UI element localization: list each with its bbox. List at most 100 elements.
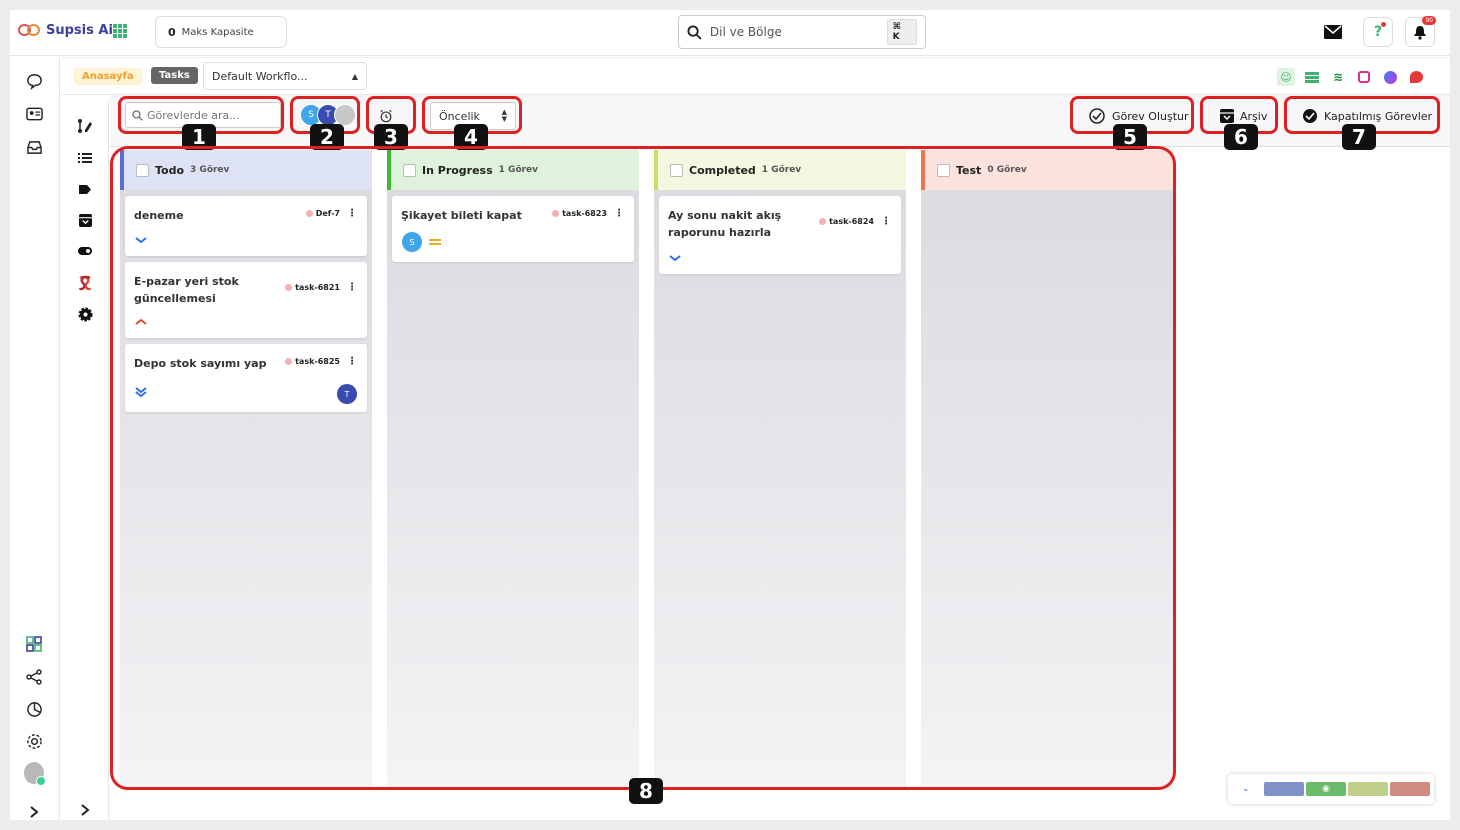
messenger-icon[interactable] [1381,68,1399,86]
color-swatch-red[interactable] [1390,782,1430,796]
tasks-sidebar [61,100,109,820]
help-icon[interactable]: ? [1363,17,1393,47]
online-status-avatar [24,762,46,786]
apps-grid-icon[interactable] [113,24,127,38]
bot-icon[interactable]: ☺ [1277,68,1295,86]
assignee-avatar[interactable]: T [337,384,357,404]
task-card[interactable]: Depo stok sayımı yap task-6825 ⋮ T [125,344,367,412]
column-count: 1 Görev [498,165,539,175]
kanban-edit-icon[interactable] [75,116,95,136]
kanban-board: Todo 3 Görev deneme Def-7 ⋮ E-pazar yeri … [110,148,1450,820]
check-clock-icon [1089,108,1105,124]
task-title: deneme [134,209,184,222]
breadcrumb-tasks[interactable]: Tasks [151,67,198,84]
column-header: Todo 3 Görev [120,150,372,190]
task-card[interactable]: E-pazar yeri stok güncellemesi task-6821… [125,262,367,338]
user-avatar[interactable] [24,762,46,786]
task-card[interactable]: Ay sonu nakit akış raporunu hazırla task… [659,196,901,274]
priority-low-icon [669,255,681,262]
chevron-right-icon[interactable] [24,802,44,820]
priority-low-icon [135,237,147,244]
priority-medium-icon [429,239,441,245]
capacity-box[interactable]: 0 Maks Kapasite [155,16,287,48]
archive-box-icon[interactable] [75,210,95,230]
more-options-icon[interactable]: ⋮ [347,282,357,293]
mail-icon[interactable] [1318,17,1348,47]
column-title: In Progress [422,163,493,177]
gear-icon[interactable] [75,304,95,324]
primary-sidebar [10,57,60,820]
instagram-icon[interactable] [1355,68,1373,86]
settings-gear-icon[interactable] [24,731,44,751]
capacity-value: 0 [168,25,176,39]
annotation-number-6: 6 [1224,124,1258,150]
column-count: 0 Görev [987,165,1027,175]
closed-tasks-icon [1303,109,1317,123]
report-chart-icon[interactable] [24,699,44,719]
global-search[interactable]: ⌘ K [678,15,926,49]
share-icon[interactable] [24,667,44,687]
chat-icon[interactable] [24,71,44,91]
column-title: Todo [155,163,185,177]
collapse-chevron-icon[interactable]: ⌄ [1242,784,1262,794]
annotation-number-5: 5 [1113,124,1147,150]
contact-card-icon[interactable] [24,104,44,124]
task-title: Ay sonu nakit akış raporunu hazırla [668,209,782,239]
fingerprint-icon [285,358,293,365]
dashboard-grid-icon[interactable] [24,634,44,654]
column-count: 1 Görev [761,165,802,175]
task-card[interactable]: deneme Def-7 ⋮ [125,196,367,256]
workflow-select[interactable]: Default Workflo... ▲ [203,62,367,90]
chat-bubble-red-icon[interactable] [1407,68,1425,86]
logo-icon [18,22,42,38]
column-title: Completed [689,163,756,177]
list-green-icon[interactable] [1303,68,1321,86]
notification-bell-icon[interactable]: 90 [1405,16,1436,47]
app-window: Supsis Ai 0 Maks Kapasite ⌘ K ? 90 [10,10,1450,820]
color-swatch-green[interactable]: ◉ [1306,782,1346,796]
more-options-icon[interactable]: ⋮ [347,208,357,219]
column-checkbox[interactable] [670,163,683,177]
column-in-progress: In Progress 1 Görev Şikayet bileti kapat… [387,150,639,790]
task-search-input[interactable] [147,108,267,122]
assignee-filter[interactable]: S T [300,104,356,126]
sort-arrows-icon: ▲ ▼ [501,108,507,123]
inbox-icon[interactable] [24,137,44,157]
more-options-icon[interactable]: ⋮ [614,208,624,219]
search-shortcut: ⌘ K [886,19,917,45]
top-header: Supsis Ai 0 Maks Kapasite ⌘ K ? 90 [10,10,1450,56]
notification-count: 90 [1422,16,1436,25]
column-checkbox[interactable] [136,163,149,177]
logo[interactable]: Supsis Ai [18,22,113,38]
integration-logo-icon[interactable] [75,273,95,293]
more-options-icon[interactable]: ⋮ [881,216,891,227]
task-id: Def-7 ⋮ [305,208,357,219]
label-tag-icon[interactable] [75,179,95,199]
fingerprint-icon [819,218,827,225]
avatar-unassigned[interactable] [334,104,356,126]
annotation-number-2: 2 [310,124,344,150]
assignee-avatar[interactable]: S [402,232,422,252]
color-swatch-blue[interactable] [1264,782,1304,796]
task-title: Depo stok sayımı yap [134,357,267,370]
priority-selected: Öncelik [439,109,480,123]
global-search-input[interactable] [709,25,879,39]
breadcrumb-home[interactable]: Anasayfa [74,68,142,85]
create-task-label: Görev Oluştur [1112,109,1189,123]
archive-label: Arşiv [1240,109,1268,123]
theme-color-widget: ⌄ ◉ [1228,774,1434,804]
column-completed: Completed 1 Görev Ay sonu nakit akış rap… [654,150,906,790]
color-swatch-olive[interactable] [1348,782,1388,796]
list-icon[interactable] [75,148,95,168]
wifi-icon[interactable]: ≋ [1329,68,1347,86]
column-checkbox[interactable] [403,163,416,177]
alarm-clock-icon [380,109,392,123]
column-checkbox[interactable] [937,163,950,177]
task-card[interactable]: Şikayet bileti kapat task-6823 ⋮ S [392,196,634,262]
expand-chevron-icon[interactable] [75,800,95,820]
column-header: In Progress 1 Görev [387,150,639,190]
more-options-icon[interactable]: ⋮ [347,356,357,367]
toggle-icon[interactable] [75,241,95,261]
column-header: Completed 1 Görev [654,150,906,190]
fingerprint-icon [552,210,560,217]
